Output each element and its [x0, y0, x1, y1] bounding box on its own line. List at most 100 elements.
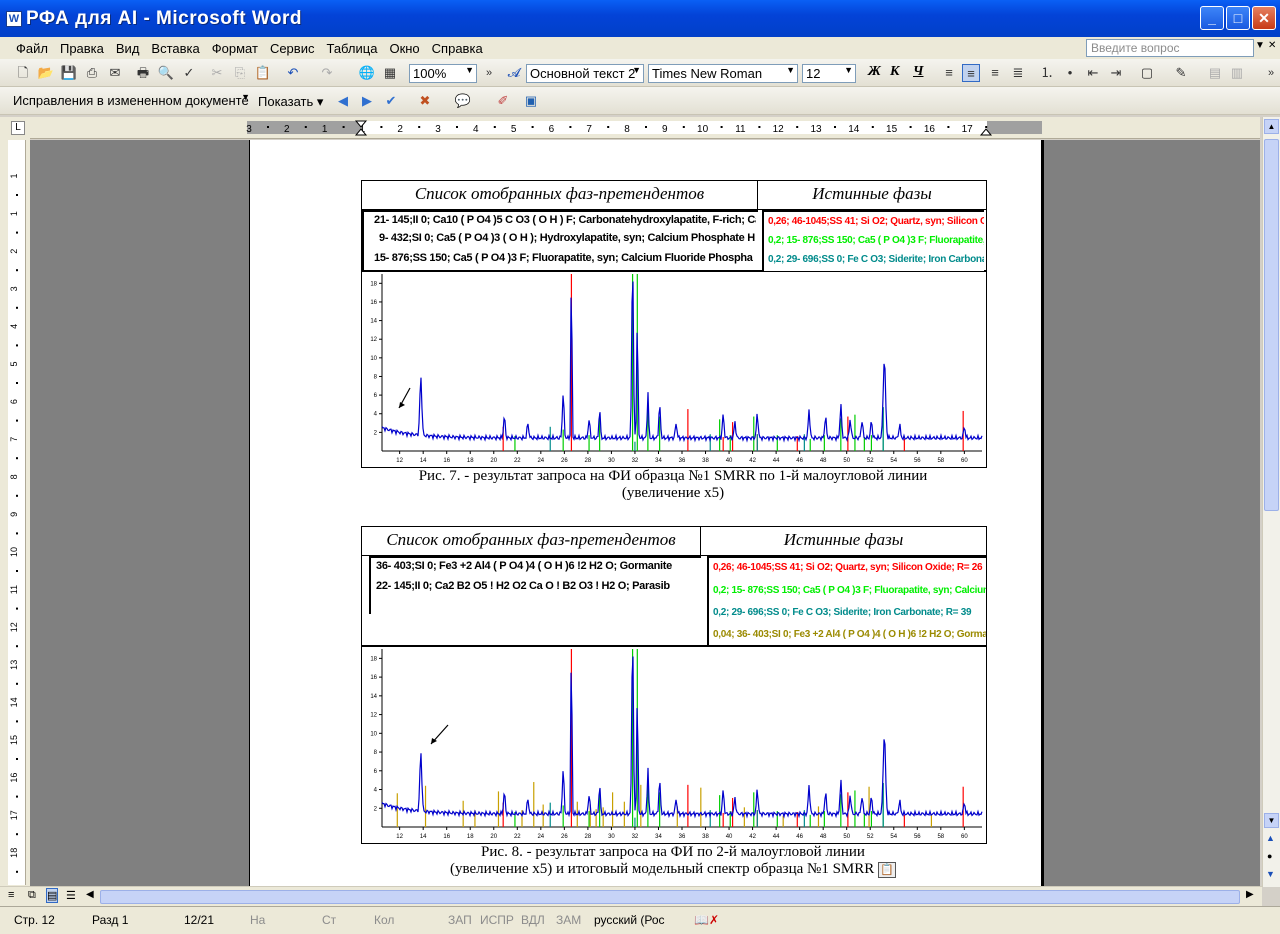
menu-close-icon[interactable]: ✕	[1268, 40, 1276, 51]
menu-view[interactable]: Вид	[110, 41, 146, 56]
font-select[interactable]: Times New Roman ▼	[648, 64, 798, 83]
cut-icon[interactable]: ✂	[208, 64, 226, 82]
hyperlink-icon[interactable]: 🌐	[358, 64, 376, 82]
close-button[interactable]: ✕	[1252, 6, 1276, 30]
align-right-icon[interactable]: ≡	[986, 64, 1004, 82]
status-extend[interactable]: ВДЛ	[521, 913, 545, 927]
status-overtype[interactable]: ЗАМ	[556, 913, 581, 927]
justify-icon[interactable]: ≣	[1009, 64, 1027, 82]
scroll-up-icon[interactable]: ▲	[1264, 119, 1279, 134]
outline-view-icon[interactable]: ☰	[66, 889, 76, 902]
x-tick-label: 38	[702, 458, 709, 464]
undo-icon[interactable]: ↶	[284, 64, 302, 82]
shading-icon[interactable]: ▥	[1228, 64, 1246, 82]
help-dropdown-icon[interactable]: ▼	[1255, 40, 1265, 51]
help-search-input[interactable]: Введите вопрос	[1086, 39, 1254, 57]
toolbar-overflow-icon[interactable]: »	[480, 64, 498, 82]
menu-insert[interactable]: Вставка	[145, 41, 205, 56]
styles-icon[interactable]: 𝓐	[505, 64, 523, 82]
next-change-icon[interactable]: ▶	[358, 92, 376, 110]
vertical-ruler[interactable]: 1 1 2 3 4 5 6 7 8 9 10 11 12 13 14 15 16 17 18	[8, 140, 26, 885]
scroll-right-icon[interactable]: ▶	[1246, 889, 1254, 900]
bold-button[interactable]: Ж	[868, 64, 881, 80]
spelling-status-icon[interactable]: 📖✗	[694, 913, 719, 927]
scroll-down-icon[interactable]: ▼	[1264, 813, 1279, 828]
true-phase-item: 0,2; 29- 696;SS 0; Fe C O3; Siderite; Ir…	[713, 607, 972, 618]
print-preview-icon[interactable]: 🔍	[157, 64, 175, 82]
status-track-changes[interactable]: ИСПР	[480, 913, 514, 927]
reviewing-pane-icon[interactable]: ▣	[522, 92, 540, 110]
horizontal-scroll-thumb[interactable]	[100, 890, 1240, 904]
candidates-list: 21- 145;II 0; Ca10 ( P O4 )5 C O3 ( O H …	[362, 210, 758, 271]
underline-button[interactable]: Ч	[913, 64, 923, 80]
menu-edit[interactable]: Правка	[54, 41, 110, 56]
zoom-select[interactable]: 100% ▼	[409, 64, 477, 83]
minimize-button[interactable]: _	[1200, 6, 1224, 30]
paste-options-icon[interactable]: 📋	[878, 861, 897, 878]
menu-help[interactable]: Справка	[426, 41, 489, 56]
print-layout-view-icon[interactable]: ▤	[46, 888, 59, 903]
status-language[interactable]: русский (Рос	[594, 913, 665, 927]
permission-icon[interactable]: ⎙	[83, 64, 101, 82]
align-left-icon[interactable]: ≡	[940, 64, 958, 82]
increase-indent-icon[interactable]: ⇥	[1107, 64, 1125, 82]
x-tick-label: 46	[796, 834, 803, 840]
ruler-tick-label: 10	[697, 124, 709, 135]
x-tick-label: 12	[396, 458, 403, 464]
table-icon[interactable]: ▦	[381, 64, 399, 82]
italic-button[interactable]: К	[890, 64, 900, 80]
spelling-icon[interactable]: ✓	[180, 64, 198, 82]
copy-icon[interactable]: ⎘	[231, 64, 249, 82]
reject-change-icon[interactable]: ✖	[416, 92, 434, 110]
toolbar-overflow-icon-2[interactable]: »	[1262, 64, 1280, 82]
new-doc-icon[interactable]: 🗋	[14, 64, 32, 82]
word-doc-icon[interactable]: W	[6, 10, 22, 27]
menu-table[interactable]: Таблица	[320, 41, 383, 56]
select-browse-object-icon[interactable]: ●	[1267, 851, 1272, 861]
decrease-indent-icon[interactable]: ⇤	[1084, 64, 1102, 82]
display-for-review-select[interactable]: Исправления в измененном документе ▼	[10, 92, 252, 111]
print-icon[interactable]: 🖶	[134, 64, 152, 82]
y-tick-label: 2	[374, 430, 378, 436]
next-page-icon[interactable]: ▼	[1266, 869, 1275, 879]
web-view-icon[interactable]: ⧉	[28, 889, 36, 902]
horizontal-ruler[interactable]: 3 2 1 1 2 3 4 5 6 7 8 9 10 11 12 13 14 15 16 17	[30, 117, 1260, 139]
show-markup-button[interactable]: Показать ▾	[258, 94, 323, 110]
accept-change-icon[interactable]: ✔	[382, 92, 400, 110]
menu-file[interactable]: Файл	[10, 41, 54, 56]
email-icon[interactable]: ✉	[106, 64, 124, 82]
tab-selector-icon[interactable]: L	[11, 121, 25, 135]
previous-change-icon[interactable]: ◀	[334, 92, 352, 110]
font-color-icon[interactable]: ▤	[1206, 64, 1224, 82]
open-folder-icon[interactable]: 📂	[37, 64, 55, 82]
previous-page-icon[interactable]: ▲	[1266, 833, 1275, 843]
menu-window[interactable]: Окно	[383, 41, 425, 56]
track-changes-icon[interactable]: ✐	[494, 92, 512, 110]
document-area[interactable]: Список отобранных фаз-претендентов Истин…	[30, 140, 1260, 886]
style-select[interactable]: Основной текст 2 ▼	[526, 64, 644, 83]
status-record-macro[interactable]: ЗАП	[448, 913, 472, 927]
candidates-header: Список отобранных фаз-претендентов	[362, 181, 758, 210]
save-icon[interactable]: 💾	[60, 64, 78, 82]
vertical-scrollbar[interactable]: ▲ ▼ ▲ ● ▼	[1262, 117, 1280, 887]
scroll-thumb[interactable]	[1264, 139, 1279, 511]
horizontal-scrollbar[interactable]: ≡ ⧉ ▤ ☰ ◀ ▶	[0, 886, 1262, 906]
ruler-tick-label: 4	[9, 324, 19, 329]
scroll-left-icon[interactable]: ◀	[86, 889, 94, 900]
ruler-margin-left	[247, 121, 362, 134]
document-page[interactable]: Список отобранных фаз-претендентов Истин…	[249, 140, 1044, 886]
align-center-icon[interactable]: ≡	[962, 64, 980, 82]
bullets-icon[interactable]: •	[1061, 64, 1079, 82]
maximize-button[interactable]: □	[1226, 6, 1250, 30]
numbering-icon[interactable]: ⒈	[1038, 64, 1056, 82]
menu-tools[interactable]: Сервис	[264, 41, 321, 56]
highlight-icon[interactable]: ✎	[1172, 64, 1190, 82]
paste-icon[interactable]: 📋	[254, 64, 272, 82]
insert-comment-icon[interactable]: 💬	[454, 92, 472, 110]
font-size-select[interactable]: 12 ▼	[802, 64, 856, 83]
normal-view-icon[interactable]: ≡	[8, 889, 14, 901]
menu-format[interactable]: Формат	[206, 41, 264, 56]
candidates-list: 36- 403;SI 0; Fe3 +2 Al4 ( P O4 )4 ( O H…	[369, 556, 701, 614]
borders-icon[interactable]: ▢	[1138, 64, 1156, 82]
redo-icon[interactable]: ↷	[318, 64, 336, 82]
